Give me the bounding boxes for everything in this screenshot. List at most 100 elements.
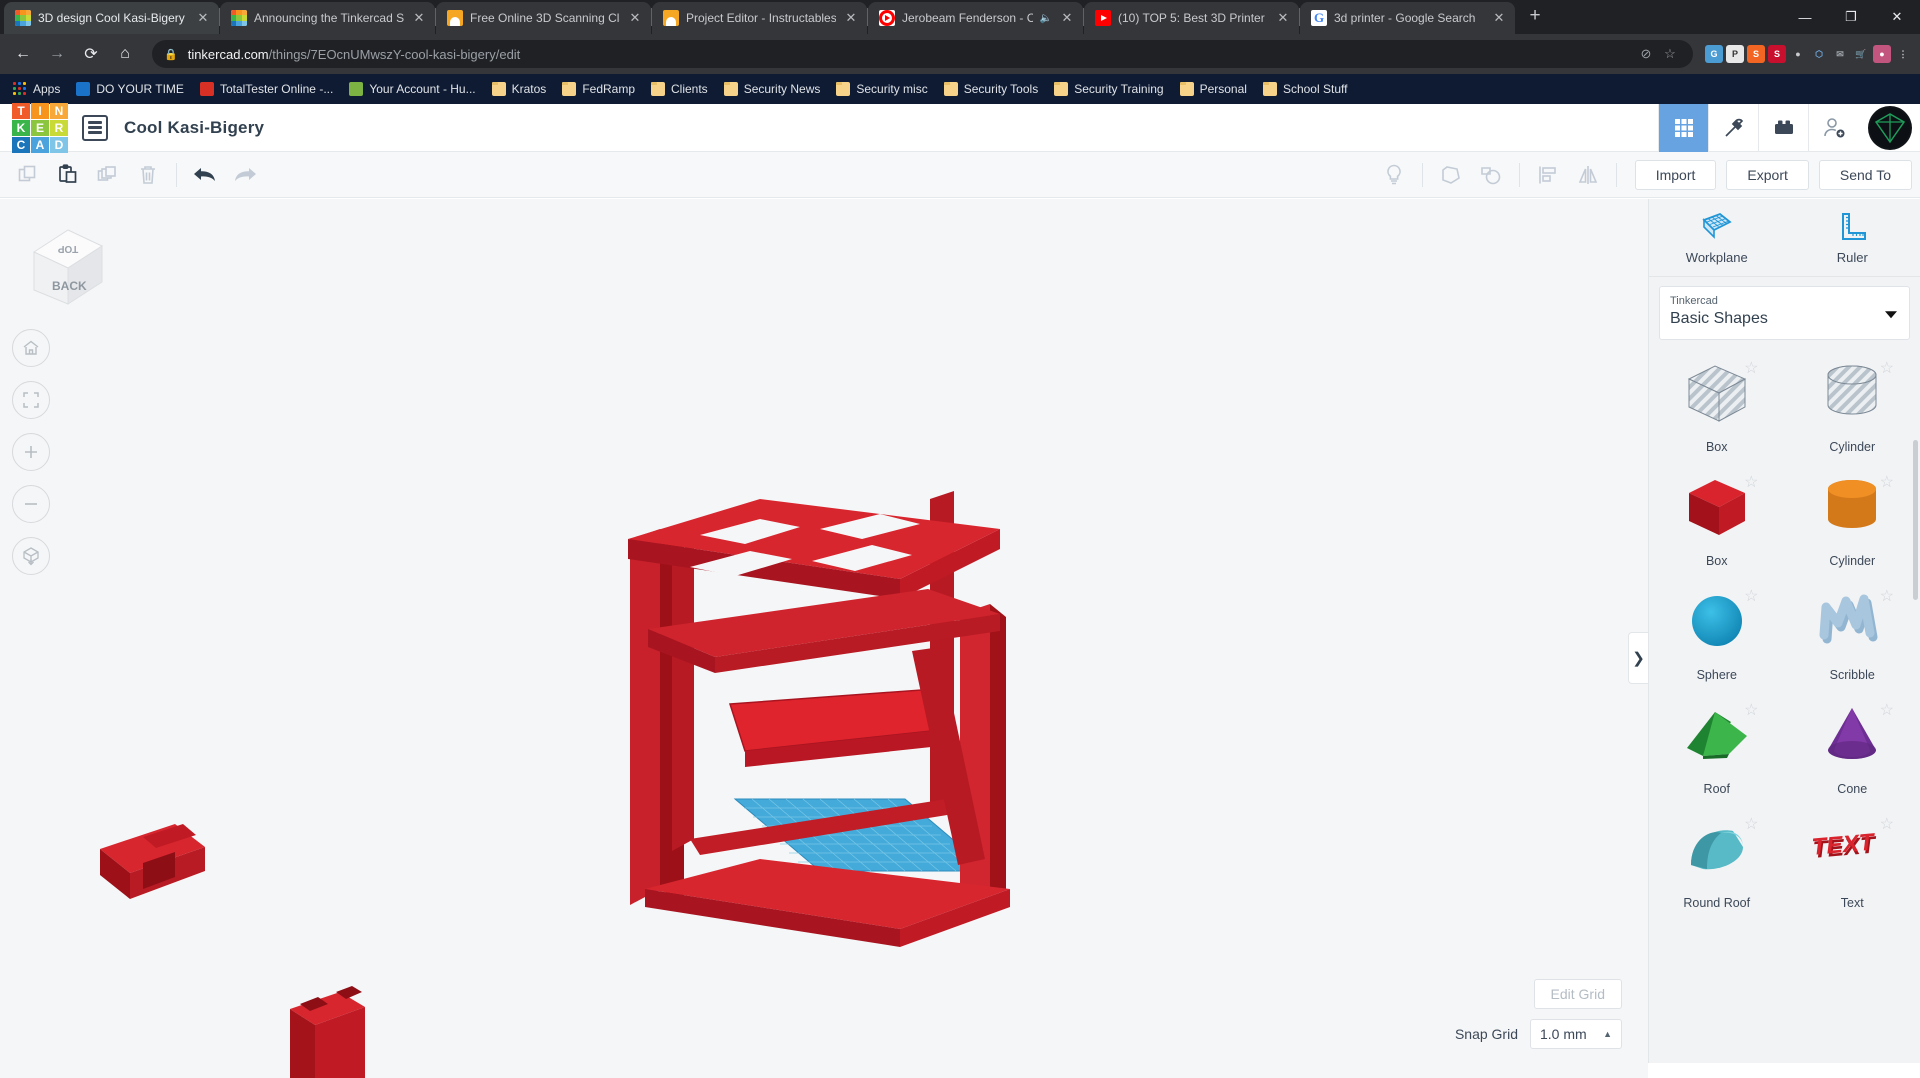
bookmark-folder[interactable]: Kratos bbox=[485, 79, 554, 99]
snap-grid-select[interactable]: 1.0 mm ▲ bbox=[1530, 1019, 1622, 1049]
block-icon[interactable]: ⊘ bbox=[1635, 46, 1657, 62]
orthographic-toggle-button[interactable] bbox=[12, 537, 50, 575]
project-list-icon[interactable] bbox=[82, 114, 108, 141]
mute-icon[interactable]: 🔈 bbox=[1040, 13, 1052, 24]
sophos-extension-icon[interactable]: S bbox=[1768, 45, 1786, 63]
fit-view-button[interactable] bbox=[12, 381, 50, 419]
design-workspace[interactable]: TOP BACK Edit Grid Snap Grid 1.0 mm ▲ bbox=[0, 199, 1648, 1078]
close-icon[interactable]: ✕ bbox=[627, 10, 643, 26]
bookmark-folder[interactable]: Security Training bbox=[1047, 79, 1170, 99]
duplicate-button[interactable] bbox=[88, 155, 128, 195]
star-icon[interactable]: ☆ bbox=[1659, 46, 1681, 62]
browser-extension-icon[interactable]: ⬡ bbox=[1810, 45, 1828, 63]
invite-people-button[interactable] bbox=[1808, 103, 1858, 152]
home-button[interactable]: ⌂ bbox=[110, 39, 140, 69]
close-window-button[interactable]: ✕ bbox=[1874, 0, 1920, 34]
group-button[interactable] bbox=[1471, 155, 1511, 195]
chevron-down-icon[interactable] bbox=[1885, 311, 1897, 319]
bookmark-folder[interactable]: Security News bbox=[717, 79, 828, 99]
round-roof-art bbox=[1649, 812, 1785, 886]
pocket-extension-icon[interactable]: P bbox=[1726, 45, 1744, 63]
bookmark-item[interactable]: DO YOUR TIME bbox=[69, 79, 191, 99]
browser-tab[interactable]: (10) TOP 5: Best 3D Printer 2020 - ✕ bbox=[1084, 2, 1299, 34]
address-bar[interactable]: 🔒 tinkercad.com /things/7EOcnUMwszY-cool… bbox=[152, 40, 1693, 68]
undo-button[interactable] bbox=[185, 155, 225, 195]
profile-extension-icon[interactable]: ● bbox=[1873, 45, 1891, 63]
home-view-button[interactable] bbox=[12, 329, 50, 367]
maximize-button[interactable]: ❐ bbox=[1828, 0, 1874, 34]
close-icon[interactable]: ✕ bbox=[1275, 10, 1291, 26]
forward-button[interactable]: → bbox=[42, 39, 72, 69]
duplicate-icon bbox=[97, 165, 116, 181]
bookmark-item[interactable]: Your Account - Hu... bbox=[342, 79, 482, 99]
browser-tab[interactable]: Free Online 3D Scanning Class - I ✕ bbox=[436, 2, 651, 34]
panel-collapse-button[interactable]: ❯ bbox=[1628, 632, 1648, 684]
hole-box-art bbox=[1649, 356, 1785, 430]
close-icon[interactable]: ✕ bbox=[843, 10, 859, 26]
bookmark-apps[interactable]: Apps bbox=[6, 79, 67, 99]
codeblocks-button[interactable] bbox=[1708, 103, 1758, 152]
bookmark-folder[interactable]: FedRamp bbox=[555, 79, 642, 99]
browser-tab[interactable]: 3D design Cool Kasi-Bigery | Tink ✕ bbox=[4, 2, 219, 34]
shape-item[interactable]: ☆ Box bbox=[1649, 348, 1785, 462]
browser-tab[interactable]: Announcing the Tinkercad Stude ✕ bbox=[220, 2, 435, 34]
model-3d-printer[interactable] bbox=[0, 199, 1648, 1078]
record-extension-icon[interactable]: ● bbox=[1789, 45, 1807, 63]
back-button[interactable]: ← bbox=[8, 39, 38, 69]
avatar[interactable] bbox=[1868, 105, 1912, 150]
shape-item[interactable]: ☆ Cone bbox=[1785, 690, 1920, 804]
shape-item[interactable]: ☆ Roof bbox=[1649, 690, 1785, 804]
ruler-tool[interactable]: Ruler bbox=[1785, 199, 1920, 276]
paste-button[interactable] bbox=[48, 155, 88, 195]
close-icon[interactable]: ✕ bbox=[1491, 10, 1507, 26]
browser-tab[interactable]: G 3d printer - Google Search ✕ bbox=[1300, 2, 1515, 34]
shape-item[interactable]: ☆ Round Roof bbox=[1649, 804, 1785, 918]
mirror-button[interactable] bbox=[1568, 155, 1608, 195]
delete-button[interactable] bbox=[128, 155, 168, 195]
workplane-tool[interactable]: Workplane bbox=[1649, 199, 1785, 276]
menu-extension-icon[interactable]: ⋮ bbox=[1894, 45, 1912, 63]
redo-button[interactable] bbox=[225, 155, 265, 195]
shape-label: Roof bbox=[1703, 782, 1730, 796]
send-to-button[interactable]: Send To bbox=[1818, 159, 1912, 190]
export-button[interactable]: Export bbox=[1726, 159, 1809, 190]
cart-extension-icon[interactable]: 🛒 bbox=[1852, 45, 1870, 63]
semrush-extension-icon[interactable]: S bbox=[1747, 45, 1765, 63]
shape-item[interactable]: ☆ Cylinder bbox=[1785, 462, 1920, 576]
shape-item[interactable]: ☆ Sphere bbox=[1649, 576, 1785, 690]
import-button[interactable]: Import bbox=[1634, 159, 1717, 190]
grammarly-extension-icon[interactable]: G bbox=[1705, 45, 1723, 63]
shape-item[interactable]: ☆ Box bbox=[1649, 462, 1785, 576]
bookmark-folder[interactable]: School Stuff bbox=[1256, 79, 1355, 99]
reload-button[interactable]: ⟳ bbox=[76, 39, 106, 69]
close-icon[interactable]: ✕ bbox=[411, 10, 427, 26]
zoom-in-button[interactable] bbox=[12, 433, 50, 471]
shape-button[interactable] bbox=[1431, 155, 1471, 195]
browser-tab[interactable]: Jerobeam Fenderson - Circles 🔈 ✕ bbox=[868, 2, 1083, 34]
minimize-button[interactable]: — bbox=[1782, 0, 1828, 34]
library-selector[interactable]: Tinkercad Basic Shapes bbox=[1659, 286, 1910, 340]
shape-item[interactable]: ☆ Scribble bbox=[1785, 576, 1920, 690]
zoom-out-button[interactable] bbox=[12, 485, 50, 523]
shapes-grid[interactable]: ☆ Box ☆ Cylinder ☆ Box ☆ Cylinder ☆ Sphe… bbox=[1649, 348, 1920, 1063]
bookmark-folder[interactable]: Security Tools bbox=[937, 79, 1045, 99]
gallery-grid-button[interactable] bbox=[1658, 103, 1708, 152]
blocks-button[interactable] bbox=[1758, 103, 1808, 152]
browser-tab[interactable]: Project Editor - Instructables ✕ bbox=[652, 2, 867, 34]
light-button[interactable] bbox=[1374, 155, 1414, 195]
copy-button[interactable] bbox=[8, 155, 48, 195]
new-tab-button[interactable]: + bbox=[1521, 3, 1549, 31]
bookmark-item[interactable]: TotalTester Online -... bbox=[193, 79, 340, 99]
tinkercad-logo[interactable]: T I N K E R C A D bbox=[12, 102, 68, 153]
shape-item[interactable]: ☆ Cylinder bbox=[1785, 348, 1920, 462]
align-button[interactable] bbox=[1528, 155, 1568, 195]
view-cube[interactable]: TOP BACK bbox=[18, 224, 110, 310]
edit-grid-button[interactable]: Edit Grid bbox=[1533, 979, 1622, 1009]
bookmark-folder[interactable]: Clients bbox=[644, 79, 715, 99]
bookmark-folder[interactable]: Security misc bbox=[829, 79, 934, 99]
mail-extension-icon[interactable]: ✉ bbox=[1831, 45, 1849, 63]
close-icon[interactable]: ✕ bbox=[195, 10, 211, 26]
close-icon[interactable]: ✕ bbox=[1059, 10, 1075, 26]
bookmark-folder[interactable]: Personal bbox=[1173, 79, 1254, 99]
shape-item[interactable]: ☆ TEXT TEXT Text bbox=[1785, 804, 1920, 918]
